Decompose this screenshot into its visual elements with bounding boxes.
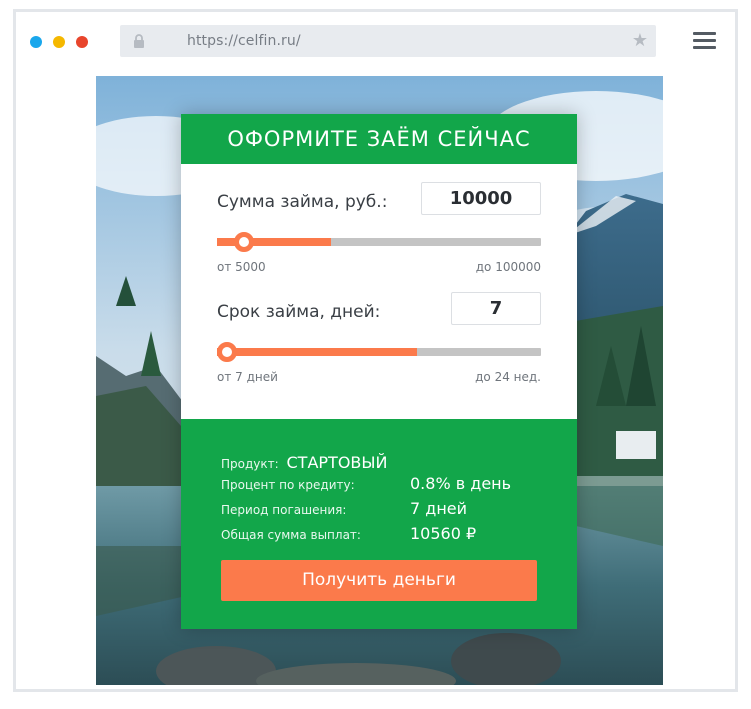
period-label: Период погашения: bbox=[221, 503, 347, 517]
term-field[interactable] bbox=[451, 292, 541, 325]
term-input[interactable] bbox=[452, 293, 540, 324]
lock-icon bbox=[134, 34, 144, 48]
star-icon[interactable]: ★ bbox=[632, 31, 648, 49]
amount-slider-handle[interactable] bbox=[234, 232, 255, 252]
amount-field[interactable] bbox=[421, 182, 541, 215]
term-min-label: от 7 дней bbox=[217, 370, 278, 384]
total-value: 10560 ₽ bbox=[410, 524, 477, 543]
term-slider-fill bbox=[217, 348, 417, 356]
window-dot-yellow[interactable] bbox=[53, 36, 65, 48]
amount-slider[interactable] bbox=[217, 232, 541, 252]
get-money-button[interactable]: Получить деньги bbox=[221, 560, 537, 601]
hamburger-menu-icon[interactable] bbox=[693, 32, 716, 49]
amount-label: Сумма займа, руб.: bbox=[217, 192, 388, 212]
term-label: Срок займа, дней: bbox=[217, 302, 381, 322]
loan-summary-panel: Продукт: СТАРТОВЫЙ Процент по кредиту: 0… bbox=[181, 419, 577, 629]
period-value: 7 дней bbox=[410, 499, 468, 518]
product-row: Продукт: СТАРТОВЫЙ bbox=[221, 453, 387, 472]
term-max-label: до 24 нед. bbox=[475, 370, 541, 384]
window-dot-red[interactable] bbox=[76, 36, 88, 48]
product-value: СТАРТОВЫЙ bbox=[286, 453, 388, 472]
rate-value: 0.8% в день bbox=[410, 474, 512, 493]
rate-label: Процент по кредиту: bbox=[221, 478, 355, 492]
product-label: Продукт: bbox=[221, 457, 279, 471]
term-slider-handle[interactable] bbox=[217, 342, 237, 362]
url-text[interactable]: https://celfin.ru/ bbox=[187, 33, 301, 49]
form-title: ОФОРМИТЕ ЗАЁМ СЕЙЧАС bbox=[181, 114, 577, 164]
address-bar[interactable]: https://celfin.ru/ ★ bbox=[120, 25, 656, 57]
total-label: Общая сумма выплат: bbox=[221, 528, 361, 542]
loan-form-card: ОФОРМИТЕ ЗАЁМ СЕЙЧАС Сумма займа, руб.: … bbox=[181, 114, 577, 629]
amount-max-label: до 100000 bbox=[475, 260, 541, 274]
term-slider[interactable] bbox=[217, 342, 541, 362]
amount-input[interactable] bbox=[422, 183, 540, 214]
amount-min-label: от 5000 bbox=[217, 260, 266, 274]
window-dot-blue[interactable] bbox=[30, 36, 42, 48]
